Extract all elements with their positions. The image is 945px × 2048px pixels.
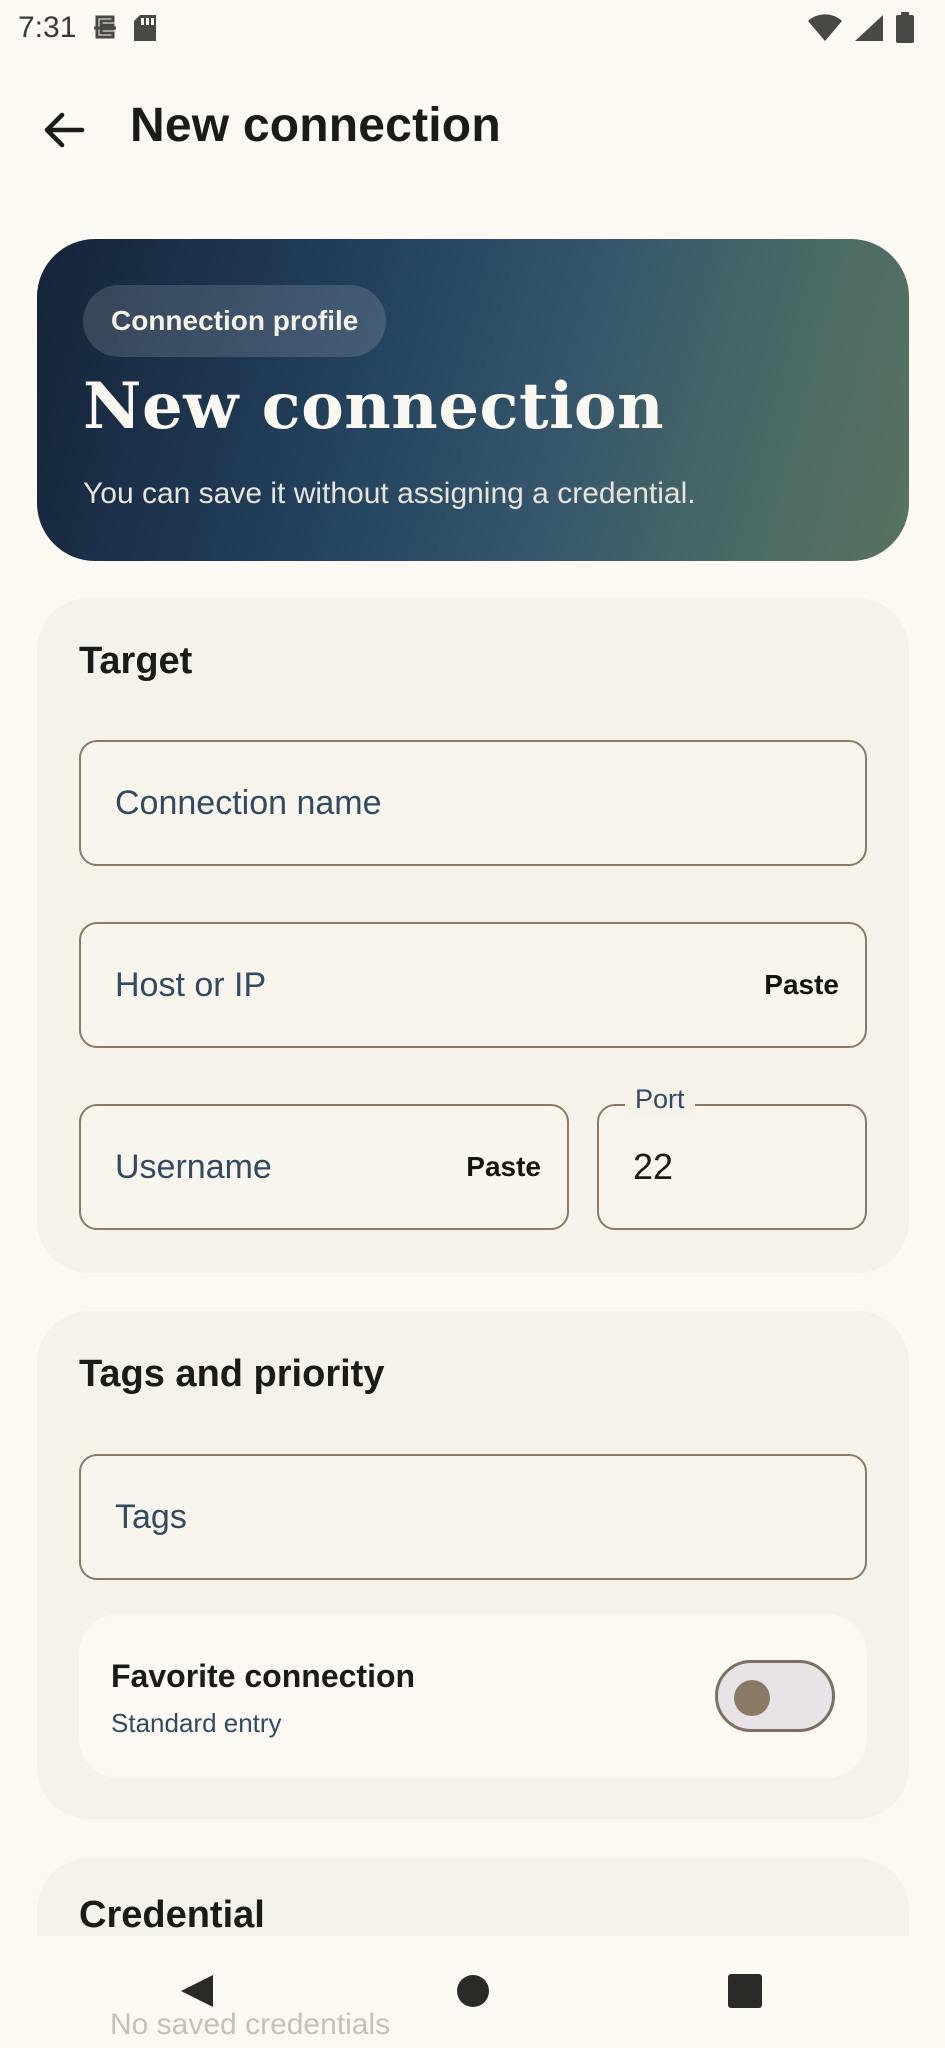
sim-strike-icon <box>92 13 118 43</box>
circle-home-icon <box>457 1975 489 2007</box>
profile-chip: Connection profile <box>83 285 387 357</box>
host-paste-button[interactable]: Paste <box>764 969 839 1001</box>
toggle-knob <box>734 1680 770 1716</box>
arrow-left-icon <box>44 112 85 148</box>
username-paste-button[interactable]: Paste <box>466 1151 541 1183</box>
page-title: New connection <box>130 99 501 152</box>
port-label: Port <box>625 1084 695 1115</box>
favorite-title: Favorite connection <box>111 1658 416 1694</box>
status-time: 7:31 <box>18 11 77 44</box>
signal-icon <box>853 13 885 51</box>
favorite-toggle[interactable] <box>715 1660 835 1732</box>
host-field[interactable]: Host or IP Paste <box>79 922 867 1048</box>
sd-card-icon <box>132 13 158 43</box>
hero-banner: Connection profile New connection You ca… <box>37 239 909 561</box>
nav-home-button[interactable] <box>448 1966 498 2016</box>
tags-field[interactable]: Tags <box>79 1454 867 1580</box>
top-app-bar: New connection <box>0 80 945 176</box>
favorite-row[interactable]: Favorite connection Standard entry <box>79 1614 867 1778</box>
connection-name-field[interactable]: Connection name <box>79 740 867 866</box>
square-recents-icon <box>728 1974 762 2008</box>
port-field[interactable]: Port 22 <box>597 1084 867 1230</box>
wifi-icon <box>807 13 843 51</box>
no-credentials-text: No saved credentials <box>110 2008 391 2041</box>
battery-icon <box>895 12 915 52</box>
connection-name-placeholder: Connection name <box>115 783 382 822</box>
triangle-back-icon <box>181 1975 213 2007</box>
username-placeholder: Username <box>115 1147 272 1186</box>
nav-recents-button[interactable] <box>720 1966 770 2016</box>
tags-card: Tags and priority Tags Favorite connecti… <box>37 1311 909 1819</box>
target-title: Target <box>79 640 193 682</box>
tags-title: Tags and priority <box>79 1353 385 1395</box>
hero-subtitle: You can save it without assigning a cred… <box>83 477 696 510</box>
hero-title: New connection <box>83 369 665 444</box>
host-placeholder: Host or IP <box>115 965 267 1004</box>
username-field[interactable]: Username Paste <box>79 1104 569 1230</box>
back-button[interactable] <box>38 104 90 156</box>
credential-title: Credential <box>79 1894 265 1936</box>
port-value: 22 <box>633 1146 674 1187</box>
favorite-subtitle: Standard entry <box>111 1708 282 1738</box>
target-card: Target Connection name Host or IP Paste … <box>37 598 909 1273</box>
tags-placeholder: Tags <box>115 1497 187 1536</box>
status-bar: 7:31 <box>0 0 945 56</box>
